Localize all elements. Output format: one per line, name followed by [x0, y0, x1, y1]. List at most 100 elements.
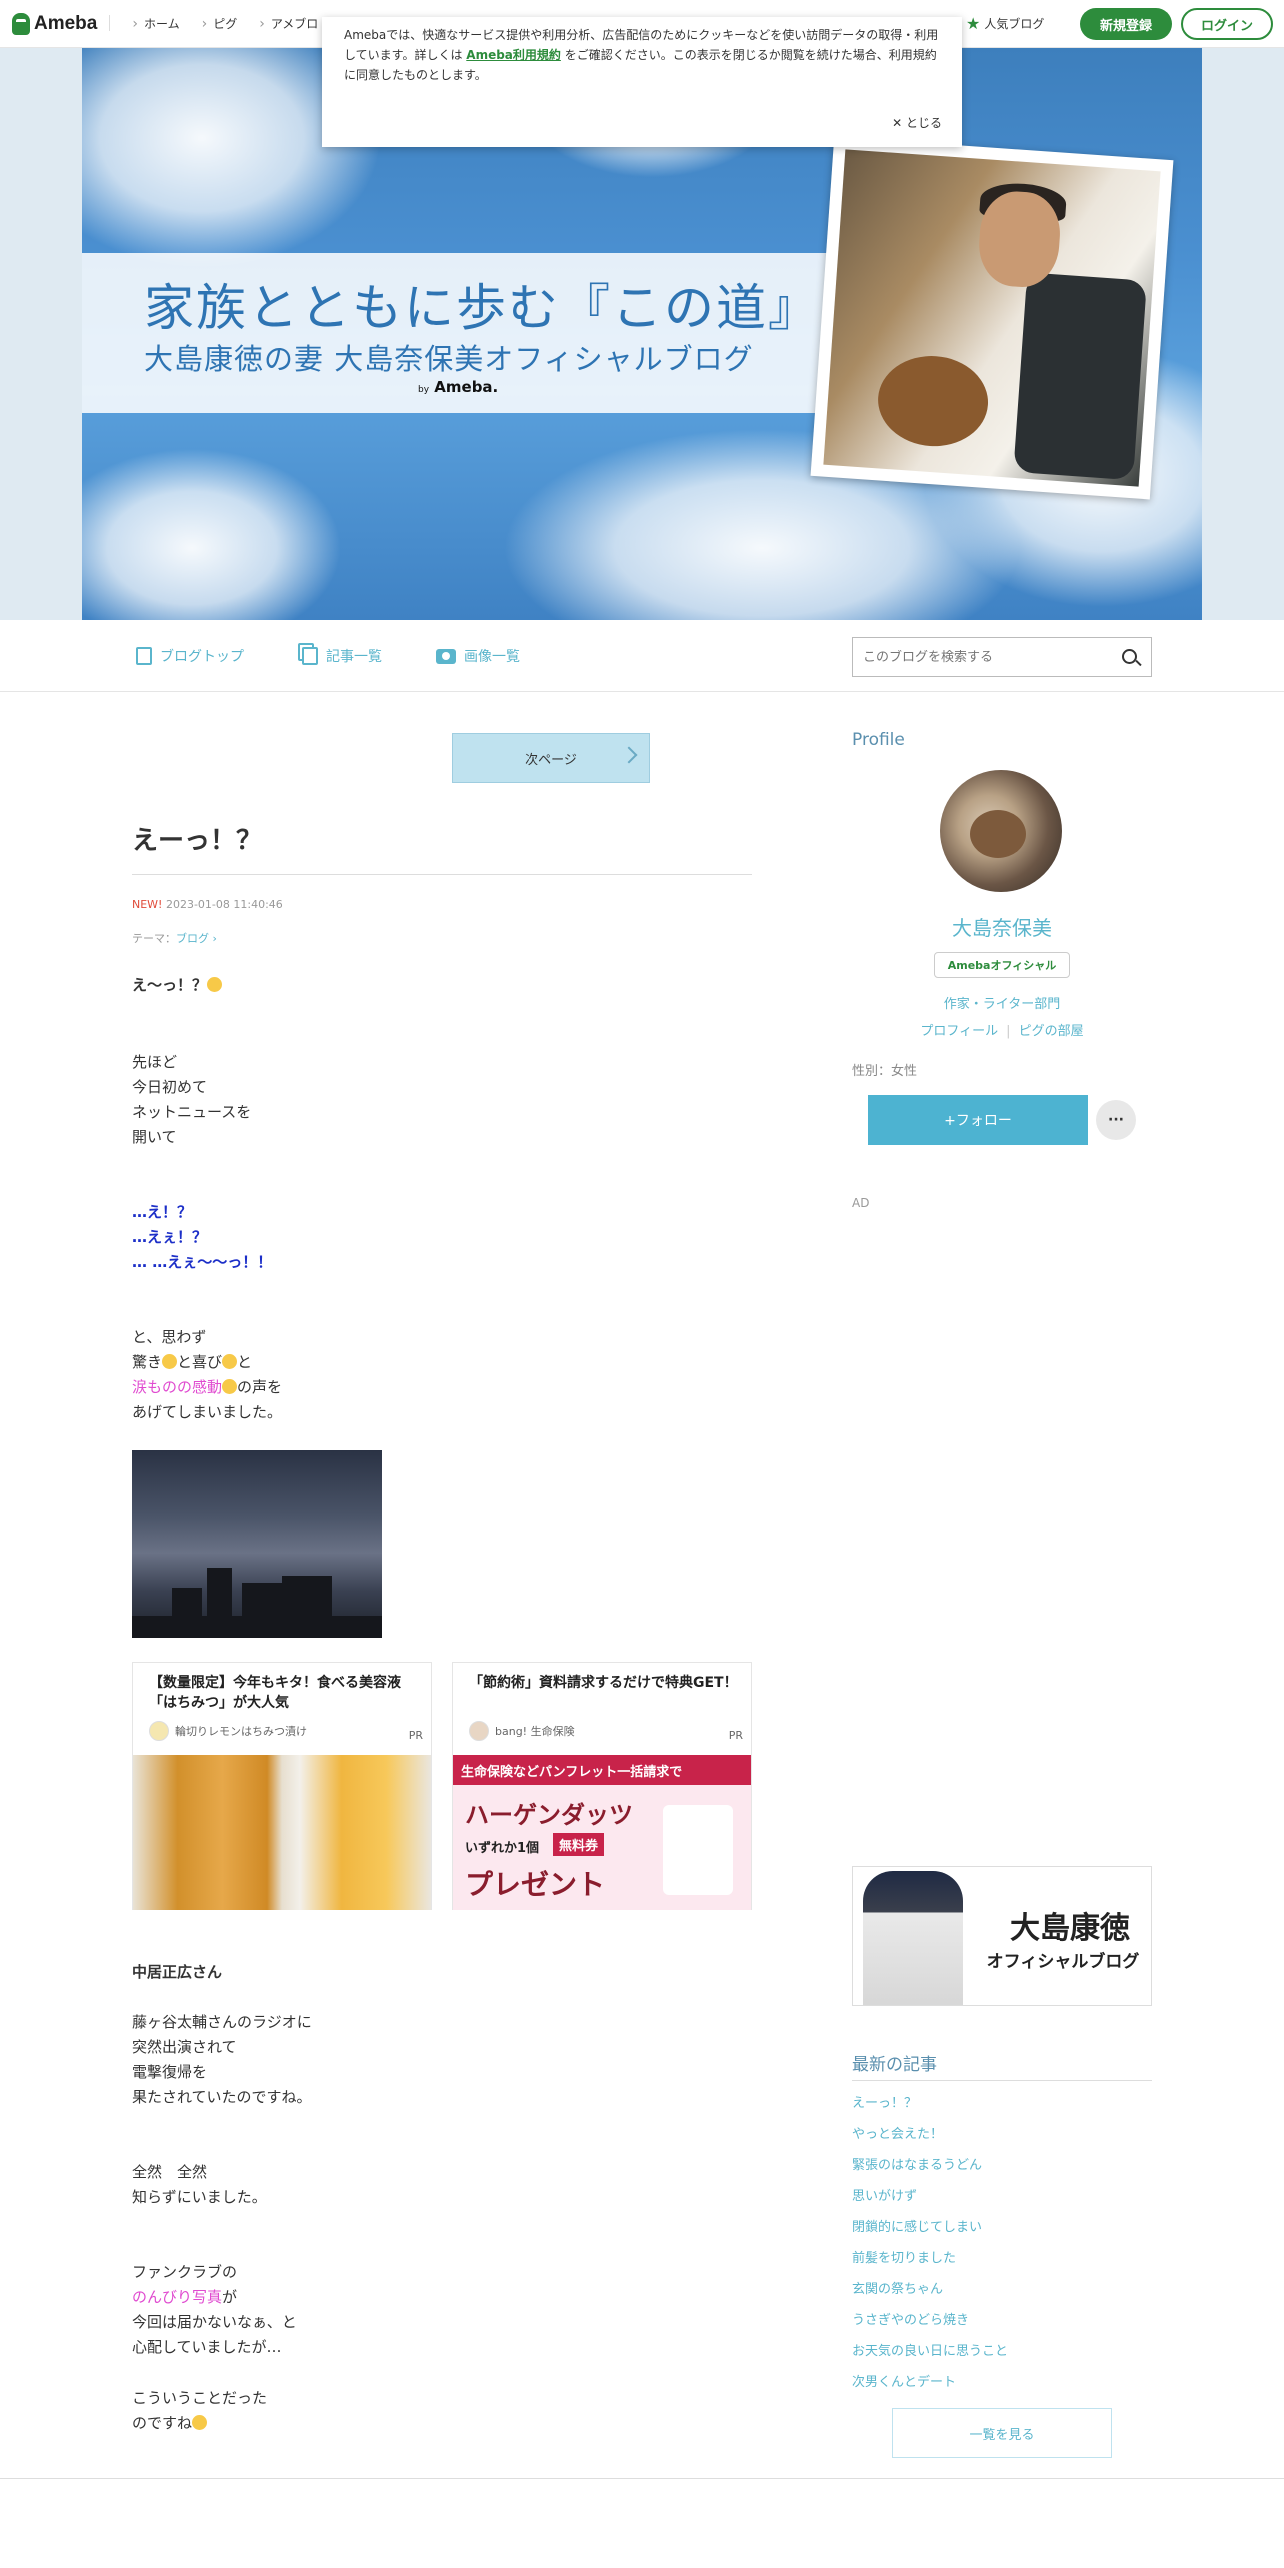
- copy-icon: [302, 647, 318, 665]
- star-icon: ★: [966, 14, 981, 33]
- banner-subtitle: オフィシャルブログ: [986, 1952, 1140, 1972]
- ad-card[interactable]: 【数量限定】今年もキタ！食べる美容液「はちみつ」が大人気 輪切りレモンはちみつ漬…: [132, 1662, 432, 1910]
- by-ameba-logo: by Ameba.: [418, 378, 499, 396]
- popular-blog-label: 人気ブログ: [984, 17, 1045, 31]
- see-all-button[interactable]: 一覧を見る: [892, 2408, 1112, 2458]
- official-badge: Amebaオフィシャル: [934, 952, 1070, 978]
- terms-link[interactable]: Ameba利用規約: [466, 48, 561, 62]
- chevron-right-icon: [620, 746, 638, 764]
- profile-category[interactable]: 作家・ライター部門: [852, 993, 1152, 1012]
- ameba-logo[interactable]: Ameba: [12, 12, 98, 35]
- blog-nav: ブログトップ 記事一覧 画像一覧: [0, 620, 1284, 692]
- latest-entry-link[interactable]: うさぎやのどら焼き: [852, 2309, 1008, 2340]
- ad-title: 「節約術」資料請求するだけで特典GET！: [469, 1675, 738, 1691]
- flushed-emoji-icon: [162, 1354, 178, 1369]
- ad-source: bang! 生命保険: [469, 1721, 575, 1741]
- entry-theme: テーマ：ブログ ›: [132, 932, 217, 945]
- divider: [132, 874, 752, 875]
- cookie-close-button[interactable]: ✕ とじる: [892, 113, 942, 133]
- latest-entry-link[interactable]: 緊張のはなまるうどん: [852, 2154, 1008, 2185]
- camera-icon: [436, 648, 456, 664]
- cloud: [82, 448, 342, 620]
- profile-links: プロフィール | ピグの部屋: [920, 1024, 1084, 1039]
- latest-entries-heading: 最新の記事: [852, 2055, 937, 2075]
- blog-search: [852, 637, 1152, 677]
- entry-photo[interactable]: [132, 1450, 382, 1638]
- entry-meta: NEW! 2023-01-08 11:40:46: [132, 898, 283, 911]
- global-nav: ホーム ピグ アメブロ: [109, 15, 318, 32]
- blog-search-input[interactable]: [863, 649, 1103, 665]
- entry-title[interactable]: えーっ！？: [132, 820, 262, 857]
- ad-card[interactable]: 「節約術」資料請求するだけで特典GET！ bang! 生命保険 PR 生命保険な…: [452, 1662, 752, 1910]
- entry-paragraph: 全然 全然 知らずにいました。: [132, 2163, 267, 2206]
- divider: [852, 2080, 1152, 2081]
- ad-image: [133, 1755, 431, 1910]
- banner-title: 大島康徳: [1010, 1911, 1130, 1946]
- nav-pigg[interactable]: ピグ: [202, 15, 237, 32]
- entry-paragraph: こういうことだった のですね: [132, 2389, 268, 2432]
- more-options-button[interactable]: ···: [1096, 1100, 1136, 1140]
- latest-entry-link[interactable]: お天気の良い日に思うこと: [852, 2340, 1008, 2371]
- nav-blog-top[interactable]: ブログトップ: [136, 646, 244, 666]
- entry-paragraph: ファンクラブの のんびり写真が 今回は届かないなぁ、と 心配していましたが…: [132, 2263, 297, 2356]
- entry-paragraph: 中居正広さん: [132, 1963, 223, 1981]
- new-badge: NEW!: [132, 898, 163, 911]
- close-icon: ✕: [892, 116, 906, 130]
- profile-gender: 性別：女性: [852, 1064, 918, 1079]
- document-icon: [136, 647, 152, 665]
- latest-entry-link[interactable]: 思いがけず: [852, 2185, 1008, 2216]
- thinking-emoji-icon: [207, 977, 223, 992]
- header-photo: [810, 136, 1174, 500]
- ameba-logo-icon: [12, 12, 30, 35]
- blog-title: 家族とともに歩む『この道』: [144, 279, 820, 337]
- entry-paragraph: 先ほど 今日初めて ネットニュースを 開いて: [132, 1053, 252, 1146]
- official-blog-banner[interactable]: 大島康徳 オフィシャルブログ: [852, 1866, 1152, 2006]
- pigg-room-link[interactable]: ピグの部屋: [1019, 1024, 1084, 1039]
- pr-label: PR: [728, 1729, 743, 1742]
- nav-image-list[interactable]: 画像一覧: [436, 646, 520, 666]
- profile-heading: Profile: [852, 730, 905, 750]
- nav-ameblo[interactable]: アメブロ: [259, 15, 318, 32]
- latest-entry-link[interactable]: やっと会えた！: [852, 2123, 1008, 2154]
- avatar[interactable]: [940, 770, 1062, 892]
- entry-paragraph: え〜っ！？: [132, 973, 223, 998]
- follow-button[interactable]: +フォロー: [868, 1095, 1088, 1145]
- ad-label: AD: [852, 1196, 870, 1210]
- latest-entry-link[interactable]: 次男くんとデート: [852, 2371, 1008, 2402]
- search-icon[interactable]: [1122, 649, 1137, 664]
- entry-datetime: 2023-01-08 11:40:46: [165, 898, 283, 911]
- nav-home[interactable]: ホーム: [132, 15, 180, 32]
- ad-image: 生命保険などパンフレット一括請求で ハーゲンダッツ いずれか1個 無料券 プレゼ…: [453, 1755, 751, 1910]
- latest-entry-link[interactable]: えーっ！？: [852, 2092, 1008, 2123]
- latest-entry-link[interactable]: 玄関の祭ちゃん: [852, 2278, 1008, 2309]
- divider: [109, 15, 111, 31]
- cookie-text: Amebaでは、快適なサービス提供や利用分析、広告配信のためにクッキーなどを使い…: [344, 28, 939, 82]
- profile-name[interactable]: 大島奈保美: [852, 912, 1152, 941]
- profile-link[interactable]: プロフィール: [920, 1024, 998, 1039]
- source-icon: [149, 1721, 169, 1741]
- ad-source: 輪切りレモンはちみつ漬け: [149, 1721, 307, 1741]
- ad-title: 【数量限定】今年もキタ！食べる美容液「はちみつ」が大人気: [149, 1675, 401, 1711]
- cookie-consent-banner: Amebaでは、快適なサービス提供や利用分析、広告配信のためにクッキーなどを使い…: [322, 17, 962, 147]
- latest-entry-link[interactable]: 閉鎖的に感じてしまい: [852, 2216, 1008, 2247]
- register-button[interactable]: 新規登録: [1080, 8, 1172, 40]
- blog-subtitle: 大島康徳の妻 大島奈保美オフィシャルブログ: [144, 342, 754, 376]
- nav-entry-list[interactable]: 記事一覧: [302, 646, 382, 666]
- pr-label: PR: [408, 1729, 423, 1742]
- laughing-emoji-icon: [222, 1379, 238, 1394]
- divider: [0, 2478, 1284, 2479]
- ameba-logo-text: Ameba: [34, 12, 98, 34]
- latest-entries-list: えーっ！？ やっと会えた！ 緊張のはなまるうどん 思いがけず 閉鎖的に感じてしま…: [852, 2092, 1008, 2402]
- player-photo: [863, 1871, 963, 2005]
- smile-emoji-icon: [222, 1354, 238, 1369]
- login-button[interactable]: ログイン: [1181, 8, 1273, 40]
- source-icon: [469, 1721, 489, 1741]
- latest-entry-link[interactable]: 前髪を切りました: [852, 2247, 1008, 2278]
- theme-link[interactable]: ブログ: [176, 932, 209, 945]
- entry-paragraph: 藤ヶ谷太輔さんのラジオに 突然出演されて 電撃復帰を 果たされていたのですね。: [132, 2013, 312, 2106]
- next-page-button[interactable]: 次ページ: [452, 733, 650, 783]
- popular-blog-link[interactable]: ★ 人気ブログ: [966, 14, 1044, 33]
- entry-paragraph: …え！？ …えぇ！？… …えぇ〜〜っ！！: [132, 1203, 273, 1271]
- entry-paragraph: と、思わず 驚き と喜びと 涙ものの感動 の声を あげてしまいました。: [132, 1328, 283, 1421]
- thinking-emoji-icon: [192, 2415, 208, 2430]
